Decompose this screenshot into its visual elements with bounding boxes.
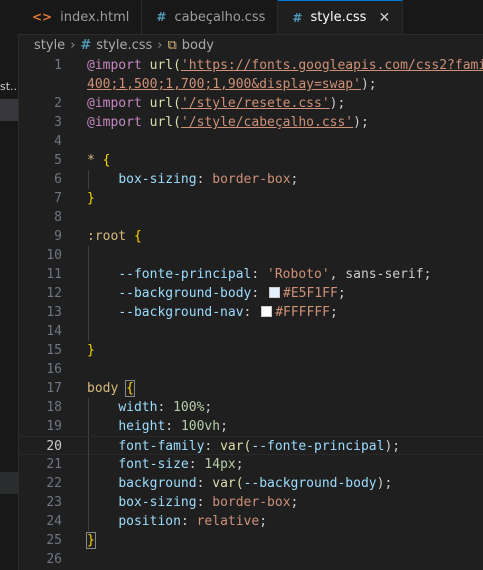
code-line: 25}	[18, 531, 483, 550]
code-line: 18 width: 100%;	[18, 398, 483, 417]
line-number: 24	[46, 514, 62, 529]
code-line: 6 box-sizing: border-box;	[18, 170, 483, 189]
css-file-icon: #	[292, 10, 303, 25]
code-line: 14	[18, 322, 483, 341]
sidebar-selected-item[interactable]	[0, 99, 18, 121]
symbol-icon: ⧉	[167, 37, 177, 53]
code-editor[interactable]: 1 @import url('https://fonts.googleapis.c…	[18, 56, 483, 570]
line-number: 21	[46, 457, 62, 472]
line-number: 8	[54, 210, 62, 225]
line-number: 15	[46, 343, 62, 358]
code-line: 12 --background-body: #E5F1FF;	[18, 284, 483, 303]
code-line-wrapped: 400;1,500;1,700;1,900&display=swap');	[87, 77, 377, 92]
breadcrumb-file[interactable]: style.css	[96, 38, 152, 53]
sidebar-hover-item[interactable]	[0, 472, 18, 494]
line-number: 12	[46, 286, 62, 301]
color-swatch[interactable]	[269, 287, 281, 298]
line-number: 2	[54, 96, 62, 111]
breadcrumb-symbol[interactable]: body	[182, 38, 214, 53]
line-number: 9	[54, 229, 62, 244]
code-line: 2 @import url('/style/resete.css');	[18, 94, 483, 113]
line-number: 1	[54, 58, 62, 73]
code-line: 15}	[18, 341, 483, 360]
line-number: 19	[46, 419, 62, 434]
close-icon[interactable]: ✕	[378, 10, 390, 26]
code-line: 11 --fonte-principal: 'Roboto', sans-ser…	[18, 265, 483, 284]
code-line: 17 body {	[18, 379, 483, 398]
css-file-icon: #	[156, 10, 167, 24]
code-line-current: 20 font-family: var(--fonte-principal);	[18, 436, 483, 456]
line-number: 22	[46, 476, 62, 491]
line-number: 3	[54, 115, 62, 130]
color-swatch[interactable]	[261, 306, 273, 317]
code-line: 24 position: relative;	[18, 512, 483, 531]
css-file-icon: #	[80, 37, 92, 53]
chevron-right-icon: ›	[157, 37, 163, 53]
code-line: 21 font-size: 14px;	[18, 455, 483, 474]
line-number: 17	[46, 381, 62, 396]
sidebar-item-fragment[interactable]: st...	[0, 80, 18, 93]
code-line: 1 @import url('https://fonts.googleapis.c…	[18, 56, 483, 75]
code-line: 9:root {	[18, 227, 483, 246]
code-line: 8	[18, 208, 483, 227]
chevron-right-icon: ›	[70, 37, 76, 53]
line-number: 11	[46, 267, 62, 282]
line-number: 6	[54, 172, 62, 187]
line-number: 13	[46, 305, 62, 320]
line-number: 20	[46, 439, 62, 454]
line-number: 25	[46, 533, 62, 548]
code-line: 4	[18, 132, 483, 151]
code-line: 10	[18, 246, 483, 265]
code-line: 26	[18, 550, 483, 569]
line-number: 5	[54, 153, 62, 168]
line-number: 16	[46, 362, 62, 377]
code-line: 5 * {	[18, 151, 483, 170]
tab-label: index.html	[60, 9, 130, 25]
breadcrumb: style › # style.css › ⧉ body	[18, 34, 483, 56]
line-number: 18	[46, 400, 62, 415]
code-line: 7}	[18, 189, 483, 208]
tab-label: cabeçalho.css	[174, 9, 266, 25]
editor-tabs: <> index.html # cabeçalho.css # style.cs…	[18, 0, 483, 35]
explorer-sidebar: st...	[0, 0, 19, 570]
code-line: 23 box-sizing: border-box;	[18, 493, 483, 512]
line-number: 23	[46, 495, 62, 510]
code-line: 19 height: 100vh;	[18, 417, 483, 436]
line-number: 7	[54, 191, 62, 206]
line-number: 14	[46, 324, 62, 339]
html-file-icon: <>	[32, 10, 53, 24]
code-line: 3 @import url('/style/cabeçalho.css');	[18, 113, 483, 132]
code-line: 16	[18, 360, 483, 379]
tab-style-css[interactable]: # style.css ✕	[278, 0, 404, 34]
breadcrumb-folder[interactable]: style	[34, 38, 65, 53]
line-number: 4	[54, 134, 62, 149]
line-number: 26	[46, 552, 62, 567]
tab-label: style.css	[310, 10, 367, 25]
tab-cabecalho-css[interactable]: # cabeçalho.css	[142, 0, 279, 34]
tab-index-html[interactable]: <> index.html	[18, 0, 143, 34]
line-number: 10	[46, 248, 62, 263]
code-line: 13 --background-nav: #FFFFFF;	[18, 303, 483, 322]
code-line: 22 background: var(--background-body);	[18, 474, 483, 493]
